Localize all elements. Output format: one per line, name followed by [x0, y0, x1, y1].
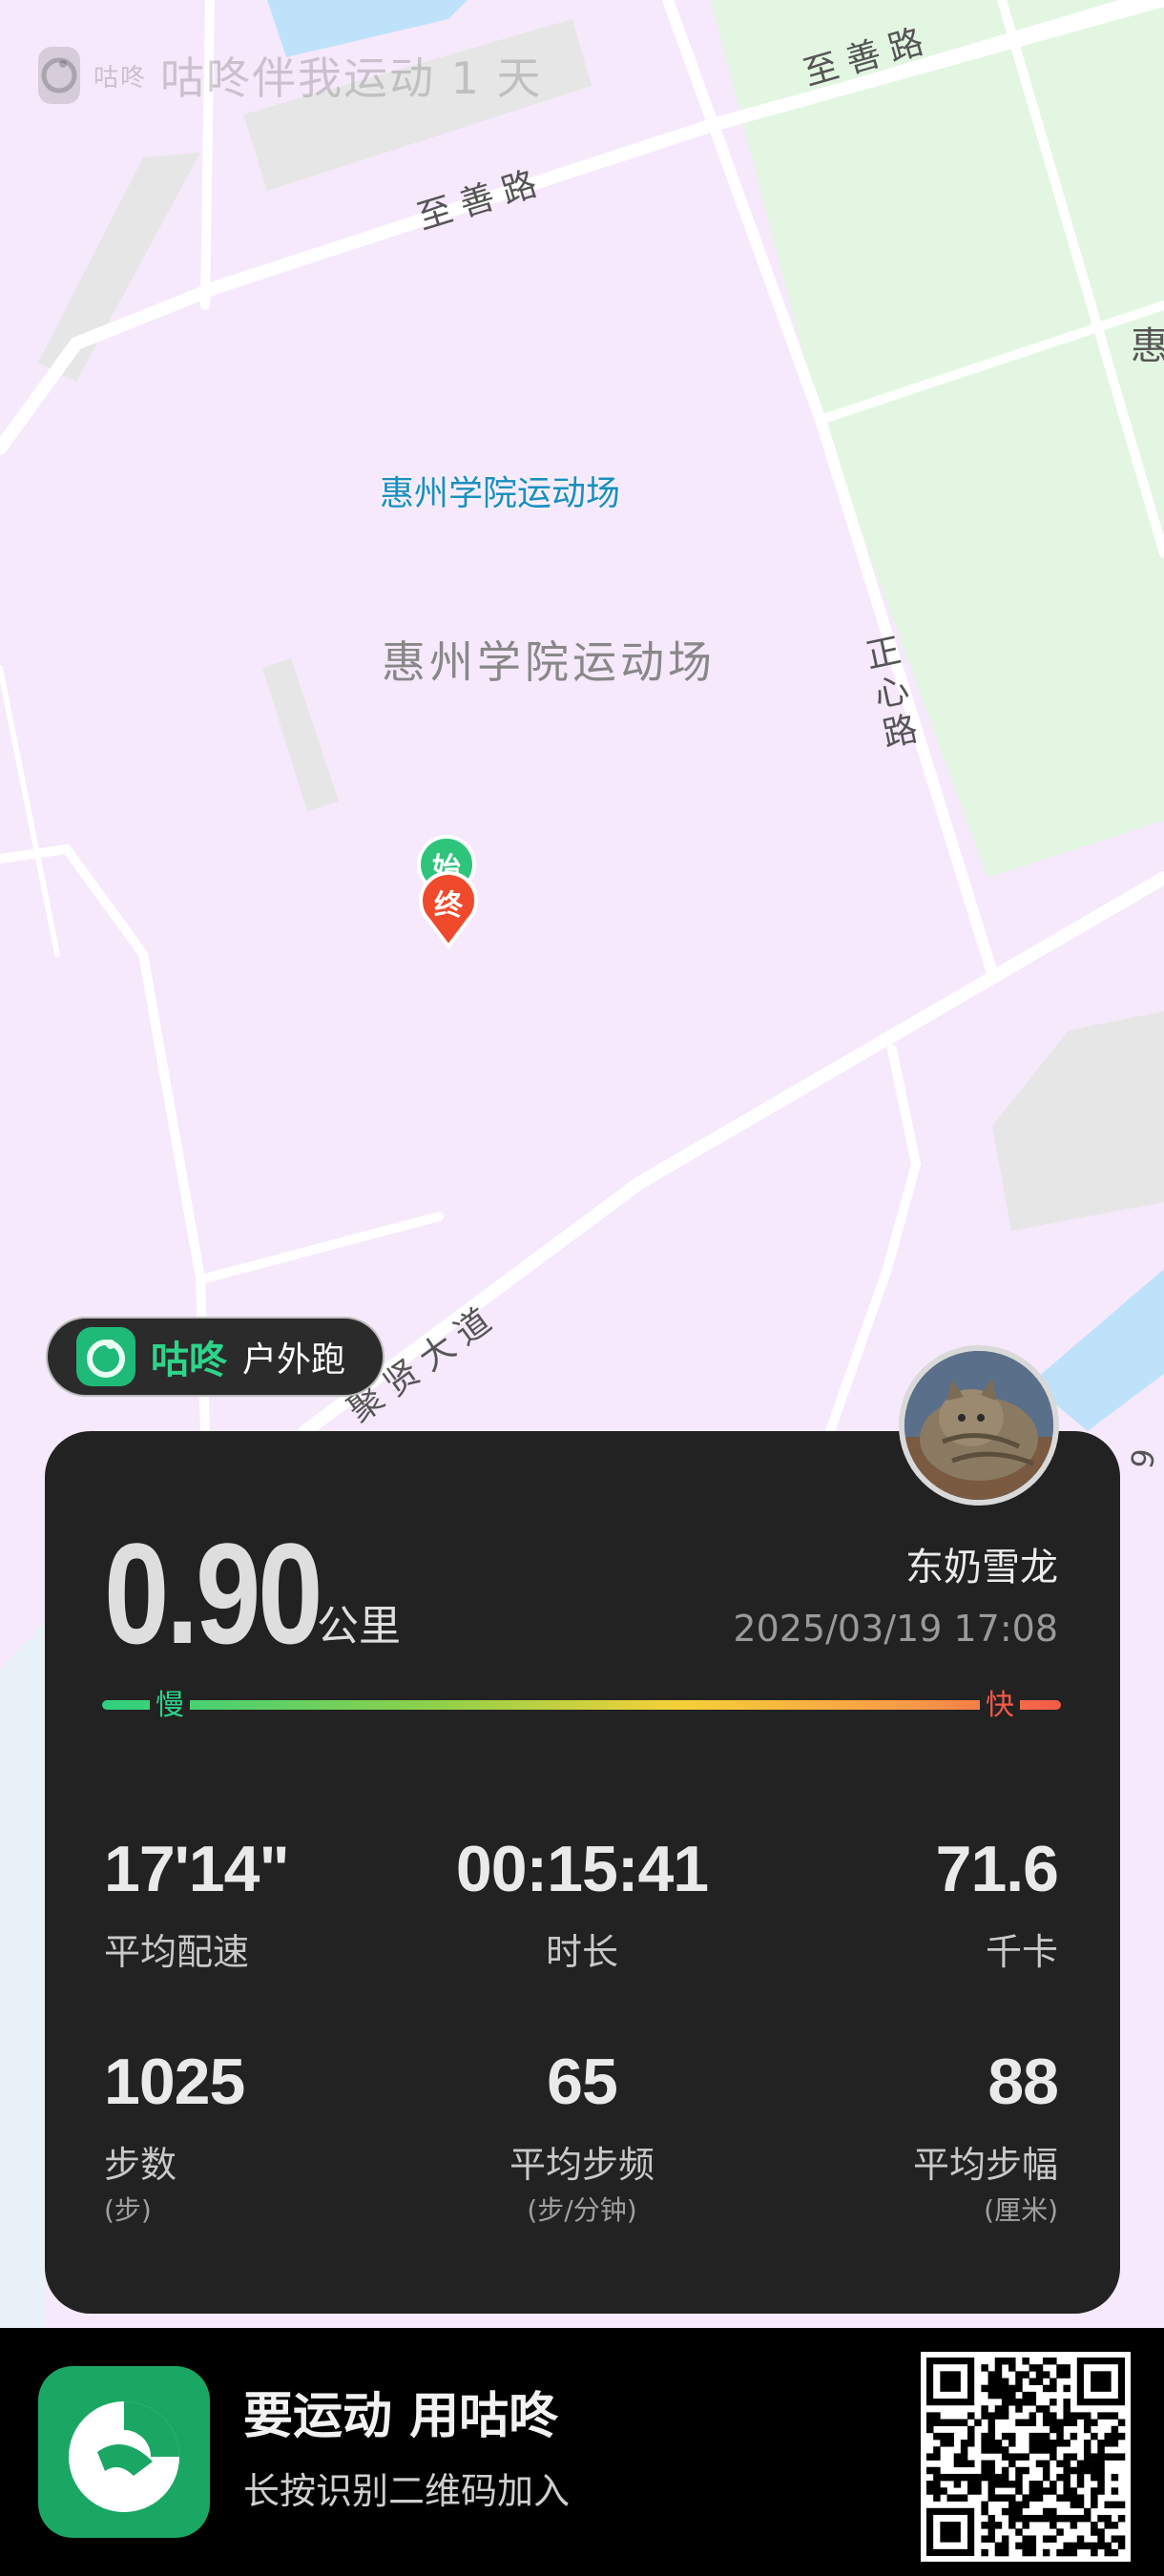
activity-type-badge: 咕咚 户外跑: [46, 1317, 385, 1397]
avg-pace-label: 平均配速: [104, 1931, 250, 1973]
gudong-logo-icon: [38, 47, 80, 104]
user-name: 东奶雪龙: [905, 1546, 1058, 1589]
footer-slogan: 要运动 用咕咚: [243, 2388, 559, 2445]
calories-value: 71.6: [935, 1833, 1059, 1905]
stats-card: 0.90 公里 东奶雪龙 2025/03/19 17:08 慢 快 17'14"…: [45, 1431, 1120, 2314]
activity-type: 户外跑: [242, 1340, 346, 1380]
avatar[interactable]: [899, 1345, 1059, 1506]
area-label-sports-field: 惠州学院运动场: [382, 636, 716, 688]
gudong-app-icon[interactable]: [38, 2366, 210, 2538]
cadence-unit: (步/分钟): [527, 2194, 637, 2226]
duration-value: 00:15:41: [455, 1833, 709, 1905]
footer-banner: 要运动 用咕咚 长按识别二维码加入: [0, 2328, 1164, 2576]
calories-label: 千卡: [985, 1931, 1058, 1973]
gudong-logo-icon: [76, 1327, 135, 1386]
watermark-logo-text: 咕咚: [94, 63, 148, 93]
activity-datetime: 2025/03/19 17:08: [733, 1608, 1058, 1650]
steps-label: 步数: [104, 2144, 177, 2186]
pace-gradient-bar: [102, 1700, 1061, 1710]
water-area: [0, 1622, 45, 2328]
distance-value: 0.90: [104, 1513, 323, 1673]
brand-name: 咕咚: [151, 1339, 227, 1382]
distance-unit: 公里: [317, 1602, 401, 1651]
pace-slow-label: 慢: [150, 1681, 190, 1723]
pace-fast-label: 快: [980, 1681, 1020, 1723]
avg-pace-value: 17'14": [104, 1833, 290, 1905]
qr-code[interactable]: [921, 2352, 1131, 2562]
watermark: 咕咚 咕咚伴我运动 1 天: [38, 44, 543, 107]
footer-subline: 长按识别二维码加入: [243, 2470, 571, 2512]
steps-unit: (步): [104, 2194, 152, 2226]
cadence-value: 65: [547, 2046, 618, 2118]
road-label-edge: 惠: [1131, 324, 1164, 368]
end-marker[interactable]: 终: [417, 870, 480, 950]
stride-value: 88: [987, 2046, 1059, 2118]
end-marker-label: 终: [434, 889, 463, 923]
steps-value: 1025: [104, 2046, 245, 2118]
watermark-text: 咕咚伴我运动 1 天: [160, 52, 543, 104]
poi-label-sports-field: 惠州学院运动场: [380, 474, 621, 513]
cadence-label: 平均步频: [509, 2144, 655, 2186]
stride-unit: (厘米): [984, 2194, 1058, 2226]
stride-label: 平均步幅: [912, 2144, 1058, 2186]
duration-label: 时长: [545, 1931, 619, 1973]
